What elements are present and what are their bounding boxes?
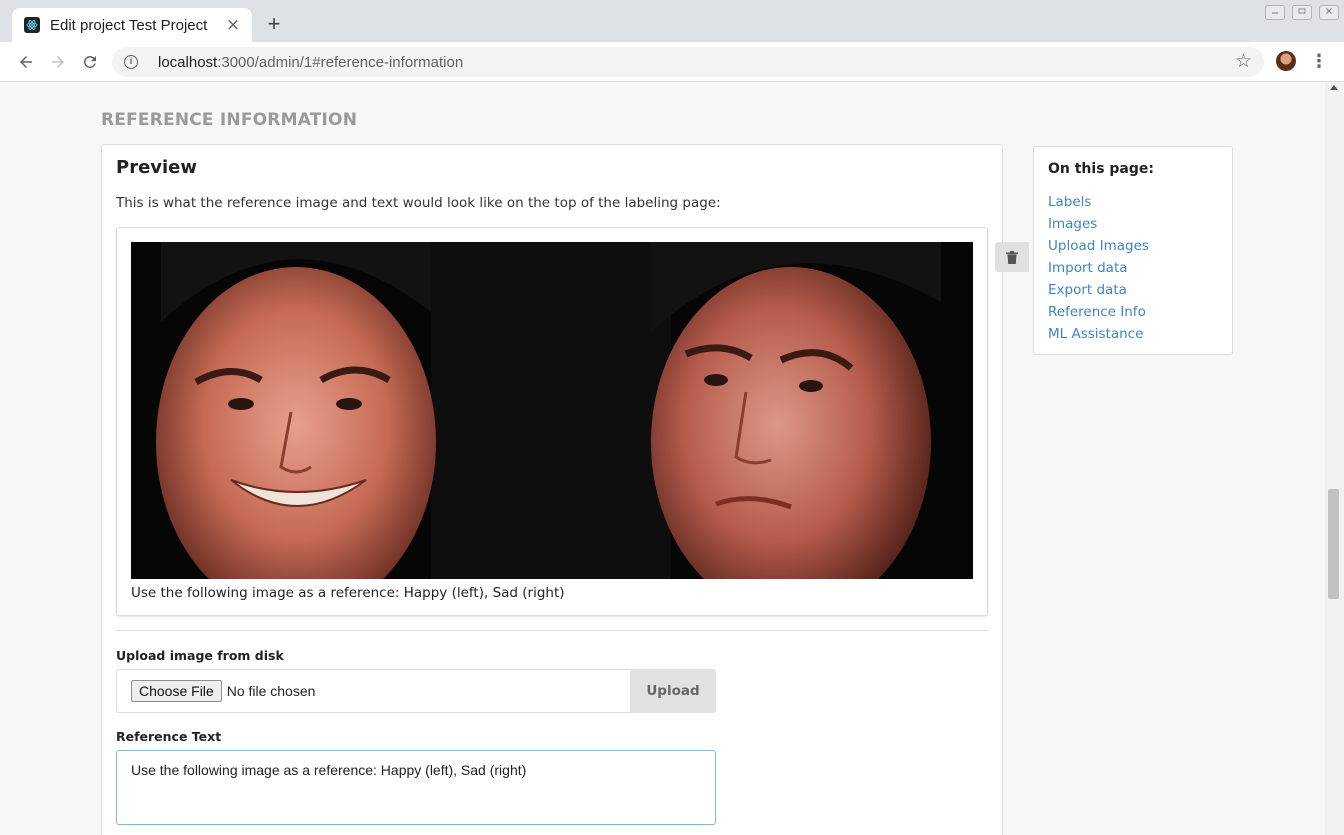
info-icon[interactable]: i [124,55,138,69]
reference-image [131,242,973,579]
page-scrollbar[interactable] [1325,82,1344,835]
sidebar-link-reference-info[interactable]: Reference Info [1048,301,1149,323]
file-status: No file chosen [226,683,316,699]
forward-arrow-icon[interactable] [46,50,70,74]
sidebar-link-labels[interactable]: Labels [1048,191,1149,213]
page-content: REFERENCE INFORMATION Preview This is wh… [0,82,1325,835]
trash-icon [1006,250,1018,264]
preview-title: Preview [116,157,198,178]
sidebar-list: Labels Images Upload Images Import data … [1048,191,1149,345]
browser-toolbar: i localhost:3000/admin/1#reference-infor… [0,42,1344,82]
address-bar[interactable]: i localhost:3000/admin/1#reference-infor… [112,47,1264,77]
sidebar-link-ml-assistance[interactable]: ML Assistance [1048,323,1149,345]
reload-icon[interactable] [78,50,102,74]
sidebar-link-images[interactable]: Images [1048,213,1149,235]
sidebar-link-import-data[interactable]: Import data [1048,257,1149,279]
divider [116,630,988,631]
new-tab-button[interactable]: + [262,12,286,36]
on-this-page-nav: On this page: Labels Images Upload Image… [1033,146,1233,355]
sidebar-link-upload-images[interactable]: Upload Images [1048,235,1149,257]
preview-box: Use the following image as a reference: … [116,227,988,616]
react-favicon-icon [24,17,40,33]
url-path: :3000/admin/1#reference-information [217,53,464,71]
close-window-icon[interactable] [1319,5,1339,20]
upload-button[interactable]: Upload [630,669,716,713]
star-icon[interactable]: ☆ [1235,50,1252,72]
tab-close-icon[interactable]: × [224,15,242,35]
minimize-icon[interactable] [1265,5,1285,20]
restore-icon[interactable] [1292,5,1312,20]
url-host: localhost [158,53,218,71]
more-vert-icon[interactable]: ⋮ [1309,50,1329,74]
browser-tab-active[interactable]: Edit project Test Project × [12,8,252,42]
tab-title: Edit project Test Project [50,16,208,34]
preview-description: This is what the reference image and tex… [116,195,721,211]
delete-image-button[interactable] [995,242,1029,272]
sidebar-link-export-data[interactable]: Export data [1048,279,1149,301]
scroll-up-icon[interactable] [1330,85,1338,90]
reference-card: Preview This is what the reference image… [101,144,1003,835]
section-heading: REFERENCE INFORMATION [101,110,358,130]
back-arrow-icon[interactable] [14,50,38,74]
choose-file-button[interactable]: Choose File [131,680,222,702]
profile-avatar[interactable] [1276,51,1296,71]
reference-caption: Use the following image as a reference: … [131,585,565,601]
upload-label: Upload image from disk [116,648,284,663]
reference-text-input[interactable]: Use the following image as a reference: … [116,750,716,825]
sidebar-title: On this page: [1048,161,1154,177]
reference-text-label: Reference Text [116,729,222,744]
browser-tab-strip: Edit project Test Project × + [0,0,1344,42]
file-input[interactable]: Choose File No file chosen [116,669,630,713]
scroll-thumb[interactable] [1328,489,1339,599]
